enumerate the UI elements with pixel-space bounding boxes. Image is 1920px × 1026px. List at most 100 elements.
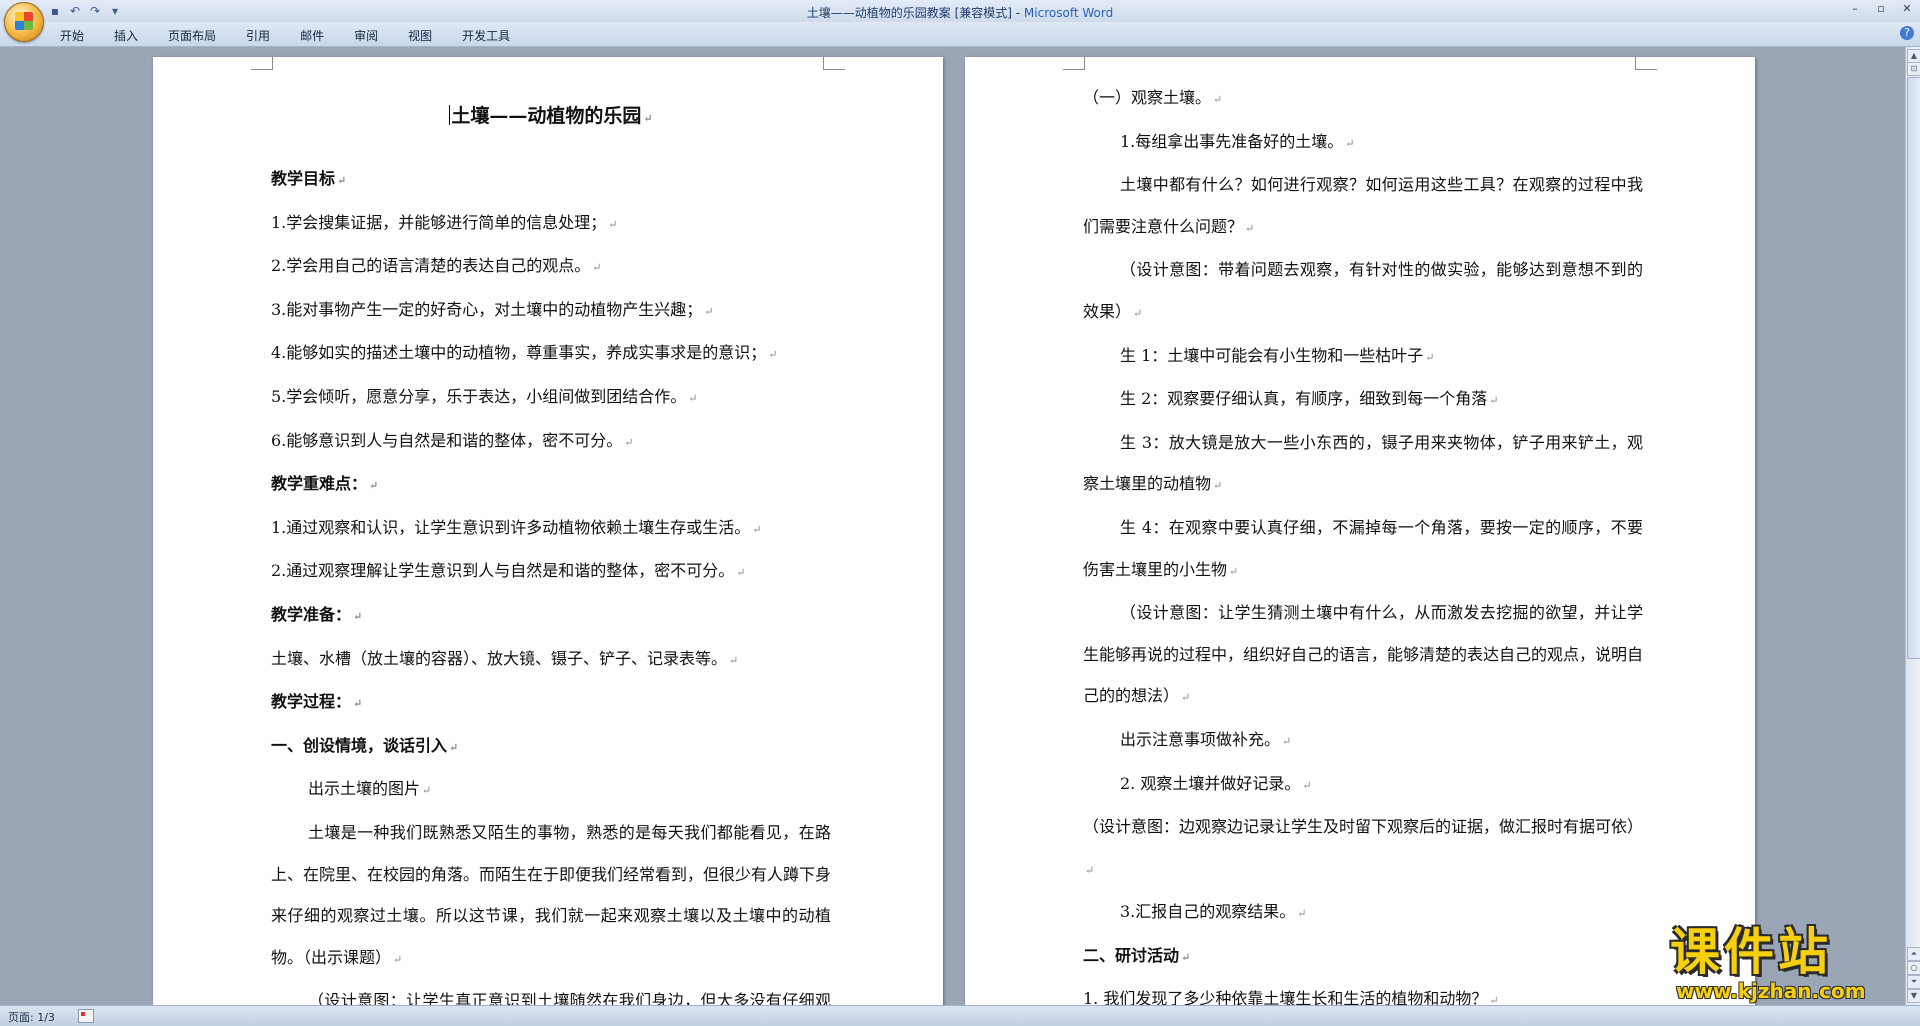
paragraph-text: 4.能够如实的描述土壤中的动植物，尊重事实，养成实事求是的意识； [271, 343, 767, 363]
redo-icon[interactable]: ↷ [88, 4, 102, 18]
scroll-up-arrow-icon[interactable]: ▲ [1907, 49, 1920, 63]
ribbon-tab[interactable]: 审阅 [354, 27, 378, 44]
margin-corner-mark [1635, 57, 1657, 70]
page-indicator[interactable]: 页面: 1/3 [8, 1009, 55, 1025]
paragraph[interactable]: 生 4：在观察中要认真仔细，不漏掉每一个角落，要按一定的顺序，不要伤害土壤里的小… [1083, 507, 1643, 592]
paragraph[interactable]: 3.汇报自己的观察结果。 ↵ [1083, 891, 1643, 935]
paragraph[interactable]: 3.能对事物产生一定的好奇心，对土壤中的动植物产生兴趣； ↵ [271, 289, 831, 333]
paragraph[interactable]: 2. 观察土壤并做好记录。 ↵ [1083, 763, 1643, 807]
section-heading[interactable]: 教学目标 ↵ [271, 158, 831, 202]
close-button[interactable]: ✕ [1894, 0, 1920, 18]
paragraph-text: （一）观察土壤。 [1083, 88, 1212, 107]
paragraph[interactable]: （设计意图：让学生真正意识到土壤随然在我们身边，但大多没有仔细观察过土壤的世界，… [271, 980, 831, 1005]
paragraph[interactable]: （一）观察土壤。 ↵ [1083, 77, 1643, 121]
paragraph-text: （设计意图：边观察边记录让学生及时留下观察后的证据，做汇报时有据可依） [1083, 817, 1644, 837]
paragraph-mark-icon: ↵ [1229, 564, 1239, 578]
paragraph-mark-icon: ↵ [1181, 950, 1191, 964]
paragraph-mark-icon: ↵ [643, 112, 653, 125]
ribbon-tab[interactable]: 视图 [408, 27, 432, 44]
paragraph-text: 2.通过观察理解让学生意识到人与自然是和谐的整体，密不可分。 [271, 561, 735, 581]
paragraph[interactable]: 1.学会搜集证据，并能够进行简单的信息处理； ↵ [271, 202, 831, 246]
paragraph-mark-icon: ↵ [1133, 306, 1143, 320]
section-heading[interactable]: 二、研讨活动 ↵ [1083, 935, 1643, 979]
paragraph[interactable]: 6.能够意识到人与自然是和谐的整体，密不可分。 ↵ [271, 420, 831, 464]
paragraph[interactable]: 1.通过观察和认识，让学生意识到许多动植物依赖土壤生存或生活。 ↵ [271, 507, 831, 551]
paragraph-mark-icon: ↵ [736, 566, 746, 580]
paragraph[interactable]: （设计意图：带着问题去观察，有针对性的做实验，能够达到意想不到的效果） ↵ [1083, 249, 1643, 334]
paragraph[interactable]: 1.每组拿出事先准备好的土壤。 ↵ [1083, 121, 1643, 165]
paragraph-mark-icon: ↵ [1213, 479, 1223, 493]
watermark-text: 课件站 [1670, 923, 1832, 981]
title-bar: 土壤——动植物的乐园教案 [兼容模式] - Microsoft Word ▪ ↶ ↷… [0, 0, 1920, 22]
paragraph[interactable]: 生 3：放大镜是放大一些小东西的，镊子用来夹物体，铲子用来铲土，观察土壤里的动植… [1083, 422, 1643, 507]
paragraph-mark-icon: ↵ [353, 609, 363, 623]
window-title: 土壤——动植物的乐园教案 [兼容模式] - Microsoft Word [0, 4, 1920, 21]
paragraph-mark-icon: ↵ [592, 261, 602, 275]
section-heading[interactable]: 教学重难点： ↵ [271, 463, 831, 507]
document-title-text: 土壤——动植物的乐园 [451, 105, 642, 127]
paragraph-mark-icon: ↵ [1245, 221, 1255, 235]
page-2[interactable]: （一）观察土壤。 ↵ 1.每组拿出事先准备好的土壤。 ↵ 土壤中都有什么？如何进行观察？… [965, 57, 1755, 1005]
paragraph-text: 1.每组拿出事先准备好的土壤。 [1120, 131, 1344, 151]
section-heading[interactable]: 教学准备： ↵ [271, 594, 831, 638]
paragraph[interactable]: （设计意图：边观察边记录让学生及时留下观察后的证据，做汇报时有据可依） ↵ [1083, 806, 1643, 891]
paragraph-mark-icon: ↵ [752, 522, 762, 536]
paragraph-mark-icon: ↵ [1489, 994, 1499, 1005]
paragraph-text: 6.能够意识到人与自然是和谐的整体，密不可分。 [271, 430, 623, 450]
paragraph[interactable]: 土壤是一种我们既熟悉又陌生的事物，熟悉的是每天我们都能看见，在路上、在院里、在校… [271, 812, 831, 980]
office-button[interactable] [4, 2, 44, 42]
paragraph[interactable]: 2.通过观察理解让学生意识到人与自然是和谐的整体，密不可分。 ↵ [271, 550, 831, 594]
ribbon-tab[interactable]: 页面布局 [168, 27, 216, 44]
paragraph-mark-icon: ↵ [624, 435, 634, 449]
paragraph[interactable]: 5.学会倾听，愿意分享，乐于表达，小组间做到团结合作。 ↵ [271, 376, 831, 420]
customize-icon[interactable]: ▾ [108, 4, 122, 18]
vertical-scrollbar[interactable]: ▲ ⊡ ⏶ ○ ⏷ ▼ [1905, 47, 1920, 1005]
office-logo-icon [15, 12, 33, 30]
paragraph[interactable]: 生 2：观察要仔细认真，有顺序，细致到每一个角落 ↵ [1083, 378, 1643, 422]
section-heading[interactable]: 教学过程： ↵ [271, 681, 831, 725]
view-ruler-icon[interactable]: ⊡ [1907, 62, 1920, 76]
paragraph[interactable]: 土壤中都有什么？如何进行观察？如何运用这些工具？在观察的过程中我们需要注意什么问… [1083, 164, 1643, 249]
scrollbar-thumb[interactable] [1907, 77, 1920, 659]
paragraph-text: 1.通过观察和认识，让学生意识到许多动植物依赖土壤生存或生活。 [271, 517, 751, 537]
macro-record-icon[interactable] [78, 1009, 94, 1023]
paragraph[interactable]: （设计意图：让学生猜测土壤中有什么，从而激发去挖掘的欲望，并让学生能够再说的过程… [1083, 592, 1643, 719]
previous-page-icon[interactable]: ⏶ [1907, 947, 1920, 961]
watermark-logo: 课件站 www.kjzhan.com [1670, 925, 1906, 1007]
paragraph[interactable]: 生 1：土壤中可能会有小生物和一些枯叶子 ↵ [1083, 335, 1643, 379]
paragraph[interactable]: 土壤、水槽（放土壤的容器）、放大镜、镊子、铲子、记录表等。 ↵ [271, 638, 831, 682]
minimize-button[interactable]: – [1842, 0, 1868, 18]
paragraph[interactable]: 出示注意事项做补充。 ↵ [1083, 719, 1643, 763]
paragraph-text: （设计意图：让学生真正意识到土壤随然在我们身边，但大多没有仔细观察过土壤的世界，… [308, 991, 831, 1005]
save-icon[interactable]: ▪ [48, 4, 62, 18]
ribbon-tab[interactable]: 开发工具 [462, 27, 510, 44]
ribbon-tab[interactable]: 开始 [60, 27, 84, 44]
next-page-icon[interactable]: ⏷ [1907, 975, 1920, 989]
help-icon[interactable]: ? [1900, 26, 1914, 40]
paragraph[interactable]: 出示土壤的图片 ↵ [271, 768, 831, 812]
section-heading[interactable]: 一、创设情境，谈话引入 ↵ [271, 725, 831, 769]
page-content[interactable]: （一）观察土壤。 ↵ 1.每组拿出事先准备好的土壤。 ↵ 土壤中都有什么？如何进行观察？… [1083, 77, 1643, 1005]
paragraph-text: （设计意图：带着问题去观察，有针对性的做实验，能够达到意想不到的效果） [1083, 260, 1643, 321]
quick-access-toolbar: ▪ ↶ ↷ ▾ [48, 3, 122, 19]
ribbon-tab[interactable]: 插入 [114, 27, 138, 44]
paragraph-text: （设计意图：让学生猜测土壤中有什么，从而激发去挖掘的欲望，并让学生能够再说的过程… [1083, 603, 1644, 706]
page-1[interactable]: 土壤——动植物的乐园 ↵ 教学目标 ↵ 1.学会搜集证据，并能够进行简单的信息处理； ↵… [153, 57, 943, 1005]
page-content[interactable]: 土壤——动植物的乐园 ↵ 教学目标 ↵ 1.学会搜集证据，并能够进行简单的信息处理； ↵… [271, 77, 831, 1005]
ribbon-tab[interactable]: 邮件 [300, 27, 324, 44]
margin-corner-mark [823, 57, 845, 70]
browse-object-icon[interactable]: ○ [1907, 961, 1920, 975]
paragraph-text: 出示土壤的图片 [308, 779, 421, 799]
ribbon-tab[interactable]: 引用 [246, 27, 270, 44]
paragraph[interactable]: 1. 我们发现了多少种依靠土壤生长和生活的植物和动物？ ↵ [1083, 978, 1643, 1005]
paragraph-mark-icon: ↵ [422, 784, 432, 798]
paragraph-mark-icon: ↵ [1297, 907, 1307, 921]
scroll-down-arrow-icon[interactable]: ▼ [1907, 989, 1920, 1003]
undo-icon[interactable]: ↶ [68, 4, 82, 18]
paragraph[interactable]: 2.学会用自己的语言清楚的表达自己的观点。 ↵ [271, 245, 831, 289]
watermark-url: www.kjzhan.com [1676, 979, 1866, 1003]
paragraph-mark-icon: ↵ [704, 304, 714, 318]
maximize-button[interactable]: ▫ [1868, 0, 1894, 18]
paragraph[interactable]: 4.能够如实的描述土壤中的动植物，尊重事实，养成实事求是的意识； ↵ [271, 332, 831, 376]
paragraph-text: 教学准备： [271, 604, 352, 624]
